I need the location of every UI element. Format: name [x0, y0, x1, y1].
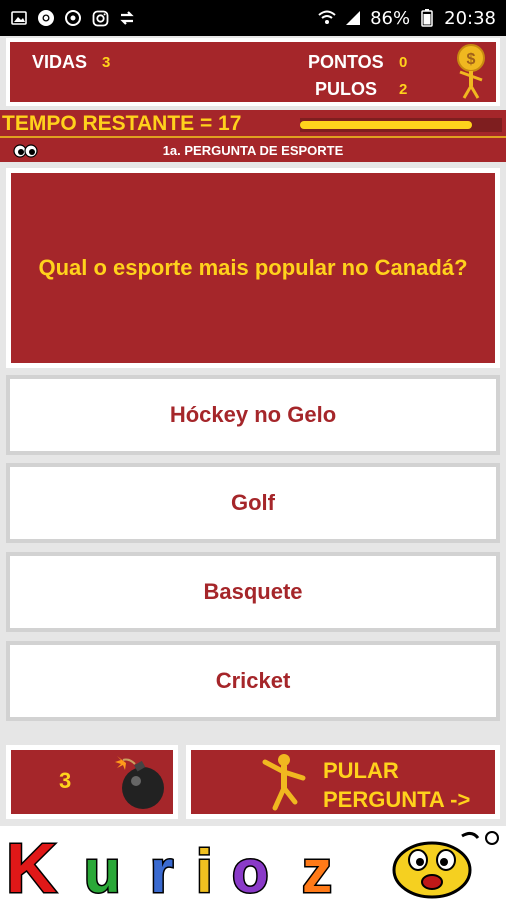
skips-value: 2: [399, 81, 408, 98]
battery-percent: 86%: [370, 7, 411, 29]
svg-text:$: $: [467, 51, 476, 68]
skip-label-line1: PULAR: [323, 758, 399, 783]
transfer-icon: [118, 9, 136, 27]
answer-label: Golf: [231, 490, 275, 515]
skip-question-button[interactable]: PULAR PERGUNTA ->: [186, 745, 500, 819]
sync-icon: [64, 9, 82, 27]
jumping-man-icon: [262, 754, 306, 811]
instagram-icon: [91, 9, 109, 27]
points-label: PONTOS: [308, 52, 384, 72]
svg-text:u: u: [84, 838, 121, 900]
bomb-count: 3: [59, 768, 72, 793]
time-progress-fill: [300, 121, 472, 129]
coin-man-icon: $: [457, 44, 485, 99]
skip-label-line2: PERGUNTA ->: [323, 787, 471, 812]
svg-text:z: z: [302, 838, 332, 900]
skip-label: PULAR PERGUNTA ->: [323, 756, 470, 814]
lives-label: VIDAS: [32, 52, 88, 72]
skips-label: PULOS: [315, 79, 378, 99]
signal-icon: [344, 9, 362, 27]
notification-icons: [10, 9, 136, 27]
status-bar: 86% 20:38: [0, 0, 506, 36]
bomb-button[interactable]: 3: [6, 745, 178, 819]
stats-panel: VIDAS 3 PONTOS 0 PULOS 2 $: [6, 38, 500, 106]
kuriozo-logo: K u r i o z: [5, 828, 499, 900]
time-remaining: TEMPO RESTANTE = 17: [2, 112, 242, 135]
answer-option-4[interactable]: Cricket: [6, 641, 500, 721]
app-logo: K u r i o z: [0, 826, 506, 900]
lives-value: 3: [102, 54, 111, 71]
answer-label: Hóckey no Gelo: [169, 402, 337, 427]
image-icon: [10, 9, 28, 27]
timer-bar: TEMPO RESTANTE = 17 1a. PERGUNTA DE ESPO…: [0, 110, 506, 162]
svg-text:r: r: [150, 838, 173, 900]
time-progress-track: [300, 118, 502, 132]
answer-option-3[interactable]: Basquete: [6, 552, 500, 632]
battery-icon: [418, 9, 436, 27]
answer-label: Basquete: [203, 579, 303, 604]
question-card: Qual o esporte mais popular no Canadá?: [6, 168, 500, 368]
answer-option-2[interactable]: Golf: [6, 463, 500, 543]
chrome-icon: [37, 9, 55, 27]
svg-text:o: o: [232, 838, 269, 900]
question-text: Qual o esporte mais popular no Canadá?: [11, 173, 495, 363]
svg-text:K: K: [6, 829, 57, 900]
svg-text:i: i: [196, 838, 213, 900]
points-value: 0: [399, 54, 408, 71]
answer-option-1[interactable]: Hóckey no Gelo: [6, 375, 500, 455]
clock: 20:38: [444, 7, 496, 29]
question-category: 1a. PERGUNTA DE ESPORTE: [162, 143, 344, 158]
answer-label: Cricket: [215, 668, 291, 693]
bomb-icon: [115, 756, 164, 809]
system-icons: 86% 20:38: [318, 8, 496, 29]
divider: [0, 136, 506, 138]
wifi-icon: [318, 9, 336, 27]
